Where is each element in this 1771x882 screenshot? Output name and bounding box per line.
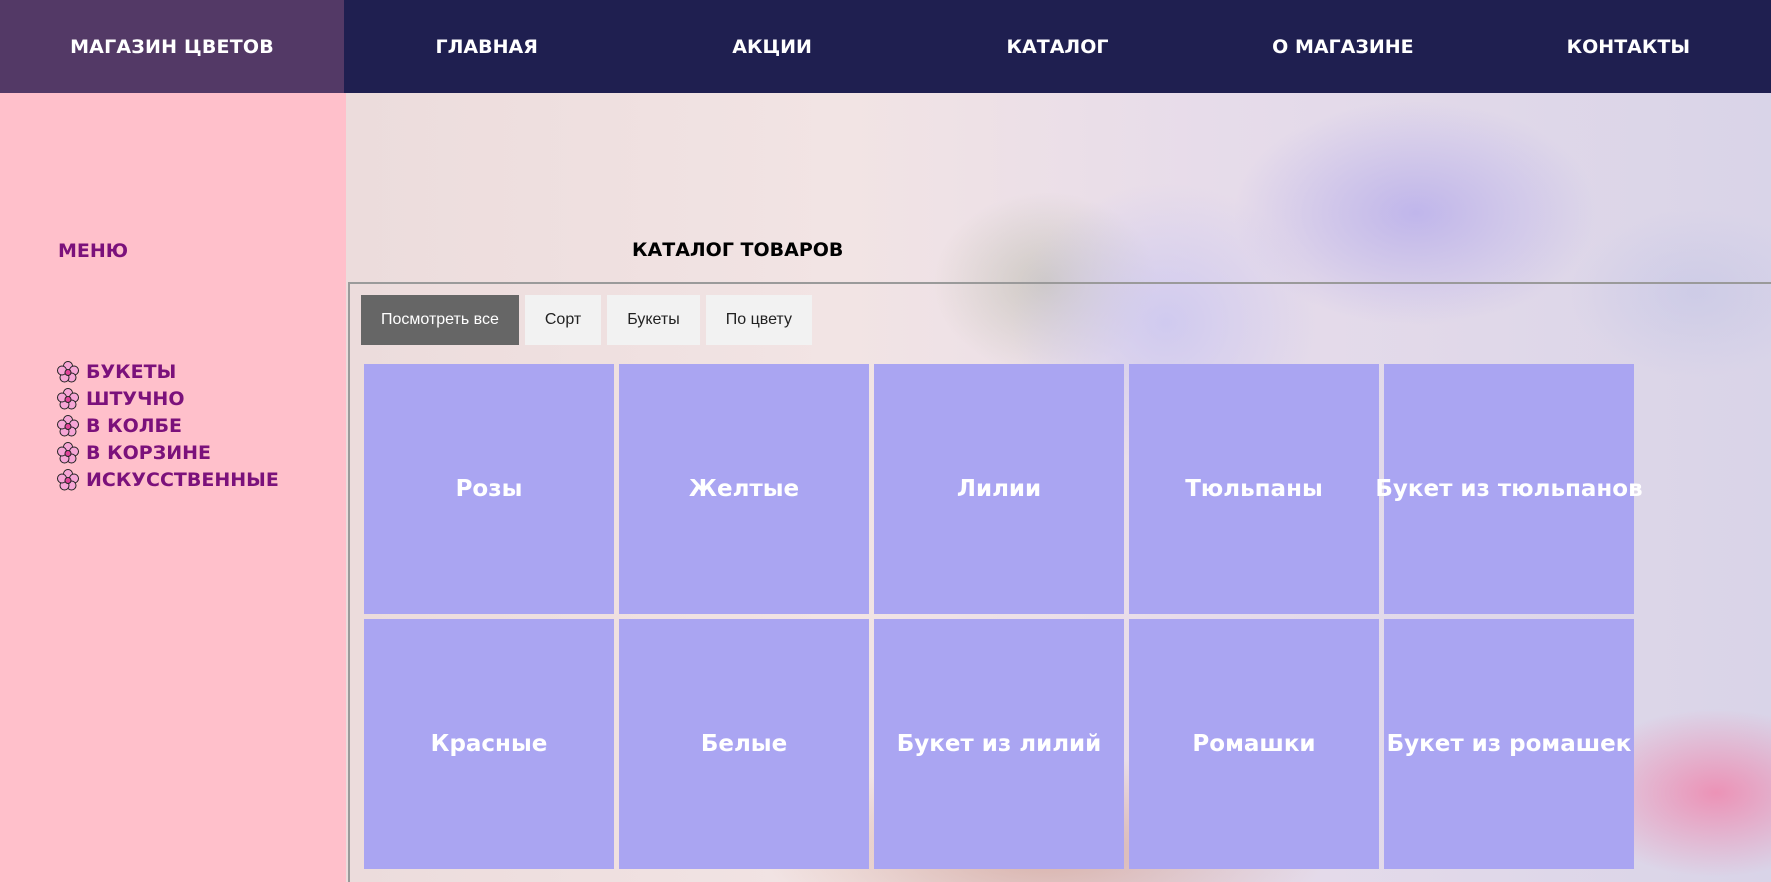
sidebar-item-label: БУКЕТЫ bbox=[86, 360, 177, 383]
catalog-title: КАТАЛОГ ТОВАРОВ bbox=[632, 239, 844, 261]
nav-link-about[interactable]: О МАГАЗИНЕ bbox=[1200, 36, 1485, 58]
flower-icon bbox=[57, 387, 79, 409]
filter-bouquets-button[interactable]: Букеты bbox=[607, 295, 700, 345]
product-tile[interactable]: Букет из ромашек bbox=[1384, 619, 1634, 869]
product-tile[interactable]: Розы bbox=[364, 364, 614, 614]
product-tile[interactable]: Букет из тюльпанов bbox=[1375, 364, 1643, 614]
sidebar-item-label: В КОРЗИНЕ bbox=[86, 441, 211, 464]
product-tile[interactable]: Желтые bbox=[619, 364, 869, 614]
sidebar-item-artificial[interactable]: ИСКУССТВЕННЫЕ bbox=[56, 466, 279, 493]
nav-link-home[interactable]: ГЛАВНАЯ bbox=[344, 36, 629, 58]
filter-variety-button[interactable]: Сорт bbox=[524, 295, 602, 345]
flower-icon bbox=[57, 360, 79, 382]
product-grid: Розы Желтые Лилии Тюльпаны Букет из тюль… bbox=[364, 364, 1643, 869]
product-tile[interactable]: Букет из лилий bbox=[874, 619, 1124, 869]
filter-all-button[interactable]: Посмотреть все bbox=[361, 295, 519, 345]
site-brand[interactable]: МАГАЗИН ЦВЕТОВ bbox=[0, 0, 344, 93]
catalog-panel: Посмотреть все Сорт Букеты По цвету Розы… bbox=[348, 282, 1771, 882]
product-tile[interactable]: Ромашки bbox=[1129, 619, 1379, 869]
product-tile[interactable]: Красные bbox=[364, 619, 614, 869]
sidebar-item-single[interactable]: ШТУЧНО bbox=[56, 385, 279, 412]
product-tile[interactable]: Белые bbox=[619, 619, 869, 869]
sidebar: МЕНЮ БУКЕТЫ ШТУЧНО В КОЛБЕ В КОРЗИНЕ ИСК… bbox=[0, 93, 346, 882]
sidebar-item-basket[interactable]: В КОРЗИНЕ bbox=[56, 439, 279, 466]
product-tile[interactable]: Тюльпаны bbox=[1129, 364, 1379, 614]
sidebar-item-label: ШТУЧНО bbox=[86, 387, 185, 410]
flower-icon bbox=[57, 414, 79, 436]
filter-bar: Посмотреть все Сорт Букеты По цвету bbox=[361, 295, 812, 345]
sidebar-title: МЕНЮ bbox=[58, 240, 129, 262]
flower-icon bbox=[57, 468, 79, 490]
nav-link-promotions[interactable]: АКЦИИ bbox=[629, 36, 914, 58]
nav-link-contacts[interactable]: КОНТАКТЫ bbox=[1486, 36, 1771, 58]
main-content: КАТАЛОГ ТОВАРОВ Посмотреть все Сорт Буке… bbox=[346, 93, 1771, 882]
top-navigation-bar: МАГАЗИН ЦВЕТОВ ГЛАВНАЯ АКЦИИ КАТАЛОГ О М… bbox=[0, 0, 1771, 93]
product-tile[interactable]: Лилии bbox=[874, 364, 1124, 614]
sidebar-item-label: ИСКУССТВЕННЫЕ bbox=[86, 468, 279, 491]
flower-icon bbox=[57, 441, 79, 463]
sidebar-menu: БУКЕТЫ ШТУЧНО В КОЛБЕ В КОРЗИНЕ ИСКУССТВ… bbox=[56, 358, 279, 493]
sidebar-item-bouquets[interactable]: БУКЕТЫ bbox=[56, 358, 279, 385]
sidebar-item-label: В КОЛБЕ bbox=[86, 414, 183, 437]
sidebar-item-flask[interactable]: В КОЛБЕ bbox=[56, 412, 279, 439]
nav-link-catalog[interactable]: КАТАЛОГ bbox=[915, 36, 1200, 58]
main-nav: ГЛАВНАЯ АКЦИИ КАТАЛОГ О МАГАЗИНЕ КОНТАКТ… bbox=[344, 0, 1771, 93]
filter-color-button[interactable]: По цвету bbox=[705, 295, 812, 345]
